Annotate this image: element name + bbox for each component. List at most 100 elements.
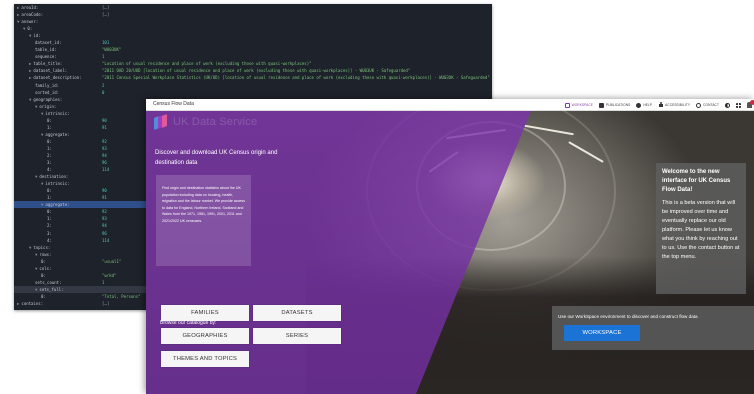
json-key: ▼ rows: <box>35 251 51 258</box>
json-tree-row[interactable]: ▼ id: <box>14 32 492 39</box>
collapse-arrow-icon[interactable]: ▼ <box>41 202 43 207</box>
json-value: 90 <box>102 188 107 194</box>
json-key-label: 1: <box>47 195 52 201</box>
json-tree-row[interactable]: ▶ dataset_label: "2011 OAD 20/UOD [locatio… <box>14 67 492 74</box>
json-key-label: topics: <box>33 244 51 250</box>
json-value: "Location of usual residence and place o… <box>102 61 312 67</box>
json-key-label: 0: <box>47 138 52 144</box>
top-nav: WORKSPACE PUBLICATIONS HELP ACCESSIBILIT… <box>564 99 754 111</box>
help-icon <box>636 102 642 108</box>
workspace-description: Use our WorkSpace environment to discove… <box>558 314 698 319</box>
collapse-arrow-icon[interactable]: ▼ <box>17 19 19 24</box>
dark-mode-toggle-icon[interactable] <box>725 102 730 108</box>
json-key: ▼ topics: <box>29 244 50 251</box>
intro-info-box: Find origin and destination statistics a… <box>156 175 251 266</box>
nav-publications[interactable]: PUBLICATIONS <box>599 102 630 108</box>
expand-arrow-icon[interactable]: ▶ <box>17 5 19 10</box>
json-key: ▶ contains: <box>17 300 43 307</box>
nav-help[interactable]: HELP <box>636 102 653 108</box>
nav-accessibility[interactable]: ACCESSIBILITY <box>658 102 690 108</box>
collapse-arrow-icon[interactable]: ▼ <box>35 104 37 109</box>
workspace-button[interactable]: WORKSPACE <box>564 325 640 341</box>
themes-and-topics-button[interactable]: THEMES AND TOPICS <box>161 351 249 367</box>
json-key: 1: <box>47 215 52 222</box>
collapse-arrow-icon[interactable]: ▼ <box>35 252 37 257</box>
json-key-label: 0: <box>27 26 33 32</box>
collapse-arrow-icon[interactable]: ▼ <box>41 111 43 116</box>
collapse-arrow-icon[interactable]: ▼ <box>41 181 43 186</box>
json-tree-row[interactable]: ▶ areaId: […] <box>14 4 492 11</box>
json-tree-row[interactable]: ▼ 0: <box>14 25 492 32</box>
notifications-bell-icon[interactable] <box>747 100 754 108</box>
json-value: 1 <box>102 54 105 60</box>
collapse-arrow-icon[interactable]: ▼ <box>23 26 25 31</box>
json-key: 0: <box>41 258 46 265</box>
json-value: 114 <box>102 237 110 243</box>
json-key-label: origin: <box>39 103 57 109</box>
json-value: 96 <box>102 230 107 236</box>
collapse-arrow-icon[interactable]: ▼ <box>29 97 31 102</box>
json-key: ▼ answer: <box>17 18 38 25</box>
json-key: 3: <box>47 230 52 237</box>
json-key: 1: <box>47 145 52 152</box>
json-key: ▶ dataset_description: <box>29 74 82 81</box>
expand-arrow-icon[interactable]: ▶ <box>17 12 19 17</box>
json-value: […] <box>102 5 110 10</box>
json-tree-row[interactable]: sequence: 1 <box>14 53 492 60</box>
collapse-arrow-icon[interactable]: ▼ <box>41 132 43 137</box>
json-value: […] <box>102 12 110 18</box>
json-key-label: sorted_id: <box>35 89 60 95</box>
hero-tagline: Discover and download UK Census origin a… <box>155 150 278 166</box>
collapse-arrow-icon[interactable]: ▼ <box>29 245 31 250</box>
json-key-label: sets_count: <box>35 279 62 285</box>
json-key: sets_count: <box>35 279 62 286</box>
collapse-arrow-icon[interactable]: ▼ <box>35 174 37 179</box>
expand-arrow-icon[interactable]: ▶ <box>29 75 31 80</box>
json-tree-row[interactable]: ▶ dataset_description: "2011 Census Specia… <box>14 74 492 81</box>
datasets-button[interactable]: DATASETS <box>253 305 341 321</box>
json-key-label: table_id: <box>35 47 57 53</box>
welcome-panel: Welcome to the new interface for UK Cens… <box>656 163 746 294</box>
json-tree-row[interactable]: sorted_id: 0 <box>14 89 492 96</box>
json-key: ▼ sets_full: <box>35 286 64 293</box>
expand-arrow-icon[interactable]: ▶ <box>29 68 31 73</box>
json-key-label: answer: <box>21 19 39 25</box>
nav-workspace[interactable]: WORKSPACE <box>564 102 593 108</box>
json-key-label: destination: <box>39 174 69 180</box>
json-key: ▼ cols: <box>35 265 51 272</box>
json-key: 4: <box>47 237 52 244</box>
collapse-arrow-icon[interactable]: ▼ <box>29 33 31 38</box>
apps-grid-icon[interactable] <box>736 102 741 108</box>
geographies-button[interactable]: GEOGRAPHIES <box>161 328 249 344</box>
expand-arrow-icon[interactable]: ▶ <box>29 61 31 66</box>
json-key-label: aggregate: <box>45 202 70 208</box>
json-key-label: rows: <box>39 251 52 257</box>
json-tree-row[interactable]: ▶ areaCode: […] <box>14 11 492 18</box>
json-key-label: table_title: <box>33 61 63 67</box>
json-value: "WU03UK" <box>102 47 122 53</box>
json-key: 0: <box>41 272 46 279</box>
json-key-label: 1: <box>47 124 52 130</box>
json-tree-row[interactable]: ▶ table_title: "Location of usual residenc… <box>14 60 492 67</box>
series-button[interactable]: SERIES <box>253 328 341 344</box>
json-tree-row[interactable]: dataset_id: 101 <box>14 39 492 46</box>
json-key: 1: <box>47 124 52 131</box>
collapse-arrow-icon[interactable]: ▼ <box>35 287 37 292</box>
nav-contact[interactable]: CONTACT <box>696 102 719 108</box>
nav-help-label: HELP <box>643 103 653 107</box>
json-value: "2011 Census Special Workplace Statistic… <box>102 75 490 81</box>
json-key: ▼ aggregate: <box>41 131 70 138</box>
json-tree-row[interactable]: table_id: "WU03UK" <box>14 46 492 53</box>
json-tree-row[interactable]: ▼ answer: <box>14 18 492 25</box>
expand-arrow-icon[interactable]: ▶ <box>17 301 19 306</box>
collapse-arrow-icon[interactable]: ▼ <box>35 266 37 271</box>
families-button[interactable]: FAMILIES <box>161 305 249 321</box>
json-value: 2 <box>102 82 105 88</box>
json-value: 0 <box>102 89 105 95</box>
json-key-label: 1: <box>47 145 52 151</box>
json-key: 0: <box>47 138 52 145</box>
json-tree-row[interactable]: family_id: 2 <box>14 82 492 89</box>
json-key-label: id: <box>33 33 41 39</box>
json-key: ▶ areaCode: <box>17 11 43 18</box>
json-value: "Total, Persons" <box>102 293 141 299</box>
